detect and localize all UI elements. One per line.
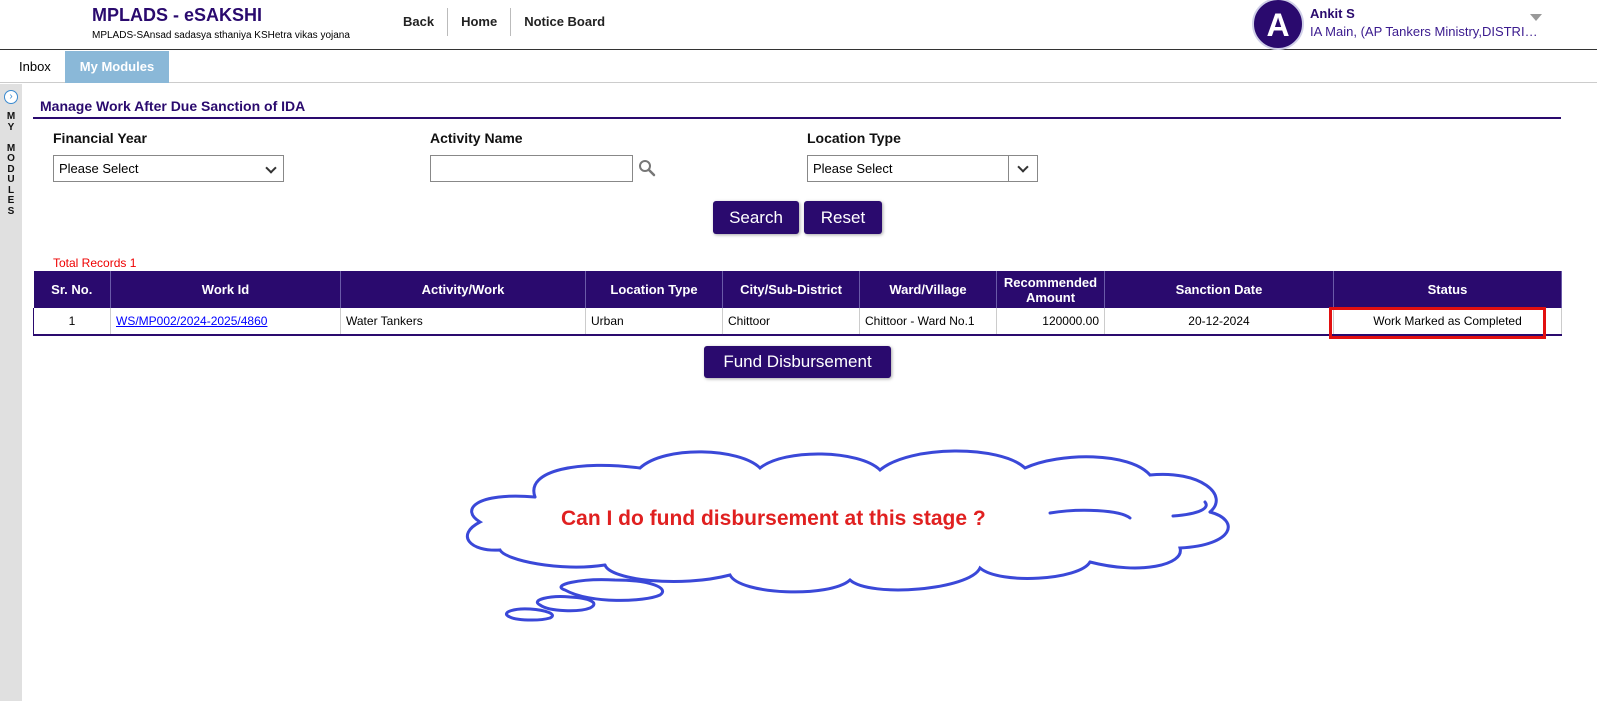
user-name[interactable]: Ankit S <box>1310 6 1355 21</box>
avatar[interactable]: A <box>1252 0 1304 50</box>
activity-name-label: Activity Name <box>430 130 523 146</box>
thought-cloud-annotation <box>465 449 1230 622</box>
app-subtitle: MPLADS-SAnsad sadasya sthaniya KSHetra v… <box>92 30 350 41</box>
col-work-id: Work Id <box>110 271 341 308</box>
fund-disbursement-button[interactable]: Fund Disbursement <box>704 346 891 378</box>
table-header-row: Sr. No. Work Id Activity/Work Location T… <box>33 271 1562 308</box>
work-id-link[interactable]: WS/MP002/2024-2025/4860 <box>116 314 267 328</box>
financial-year-select[interactable]: Please Select <box>53 155 284 182</box>
sidebar-vertical-label: M Y M O D U L E S <box>6 111 16 217</box>
app-title: MPLADS - eSAKSHI <box>92 5 263 25</box>
tab-inbox[interactable]: Inbox <box>5 51 65 83</box>
my-modules-sidebar[interactable]: › M Y M O D U L E S <box>0 84 22 701</box>
location-type-label: Location Type <box>807 130 901 146</box>
cell-sanction-date: 20-12-2024 <box>1104 308 1334 336</box>
app-header: MPLADS - eSAKSHI MPLADS-SAnsad sadasya s… <box>0 0 1597 50</box>
cell-activity: Water Tankers <box>340 308 586 336</box>
col-sanction-date: Sanction Date <box>1104 271 1334 308</box>
col-amount: Recommended Amount <box>996 271 1105 308</box>
search-icon[interactable] <box>638 159 656 177</box>
search-button[interactable]: Search <box>713 201 799 234</box>
cell-sr-no: 1 <box>33 308 111 336</box>
expand-sidebar-icon[interactable]: › <box>4 90 18 104</box>
user-role[interactable]: IA Main, (AP Tankers Ministry,DISTRICT) <box>1310 24 1538 39</box>
col-ward: Ward/Village <box>859 271 997 308</box>
location-type-value: Please Select <box>813 161 893 176</box>
tab-my-modules[interactable]: My Modules <box>65 51 169 83</box>
location-type-select[interactable]: Please Select <box>807 155 1038 182</box>
financial-year-value: Please Select <box>59 161 139 176</box>
cell-work-id: WS/MP002/2024-2025/4860 <box>110 308 341 336</box>
activity-name-input[interactable] <box>430 155 633 182</box>
col-location-type: Location Type <box>585 271 723 308</box>
reset-button[interactable]: Reset <box>804 201 882 234</box>
annotation-question: Can I do fund disbursement at this stage… <box>561 507 986 530</box>
nav-back[interactable]: Back <box>390 8 449 36</box>
chevron-down-icon <box>265 162 277 174</box>
cell-city: Chittoor <box>722 308 860 336</box>
financial-year-label: Financial Year <box>53 130 147 146</box>
user-menu-caret-icon[interactable] <box>1530 14 1542 21</box>
col-city: City/Sub-District <box>722 271 860 308</box>
tab-bar: Inbox My Modules <box>0 50 1597 83</box>
status-highlight-box <box>1329 307 1546 339</box>
cell-ward: Chittoor - Ward No.1 <box>859 308 997 336</box>
page-title: Manage Work After Due Sanction of IDA <box>40 98 306 114</box>
col-sr-no: Sr. No. <box>33 271 111 308</box>
nav-home[interactable]: Home <box>448 8 512 36</box>
cell-amount: 120000.00 <box>996 308 1105 336</box>
col-status: Status <box>1333 271 1562 308</box>
title-divider <box>33 117 1561 119</box>
nav-notice-board[interactable]: Notice Board <box>511 8 618 36</box>
total-records: Total Records 1 <box>53 256 137 270</box>
chevron-down-icon <box>1017 161 1029 173</box>
dropdown-button[interactable] <box>1008 156 1037 181</box>
col-activity: Activity/Work <box>340 271 586 308</box>
top-nav: Back Home Notice Board <box>390 6 618 38</box>
cell-location-type: Urban <box>585 308 723 336</box>
